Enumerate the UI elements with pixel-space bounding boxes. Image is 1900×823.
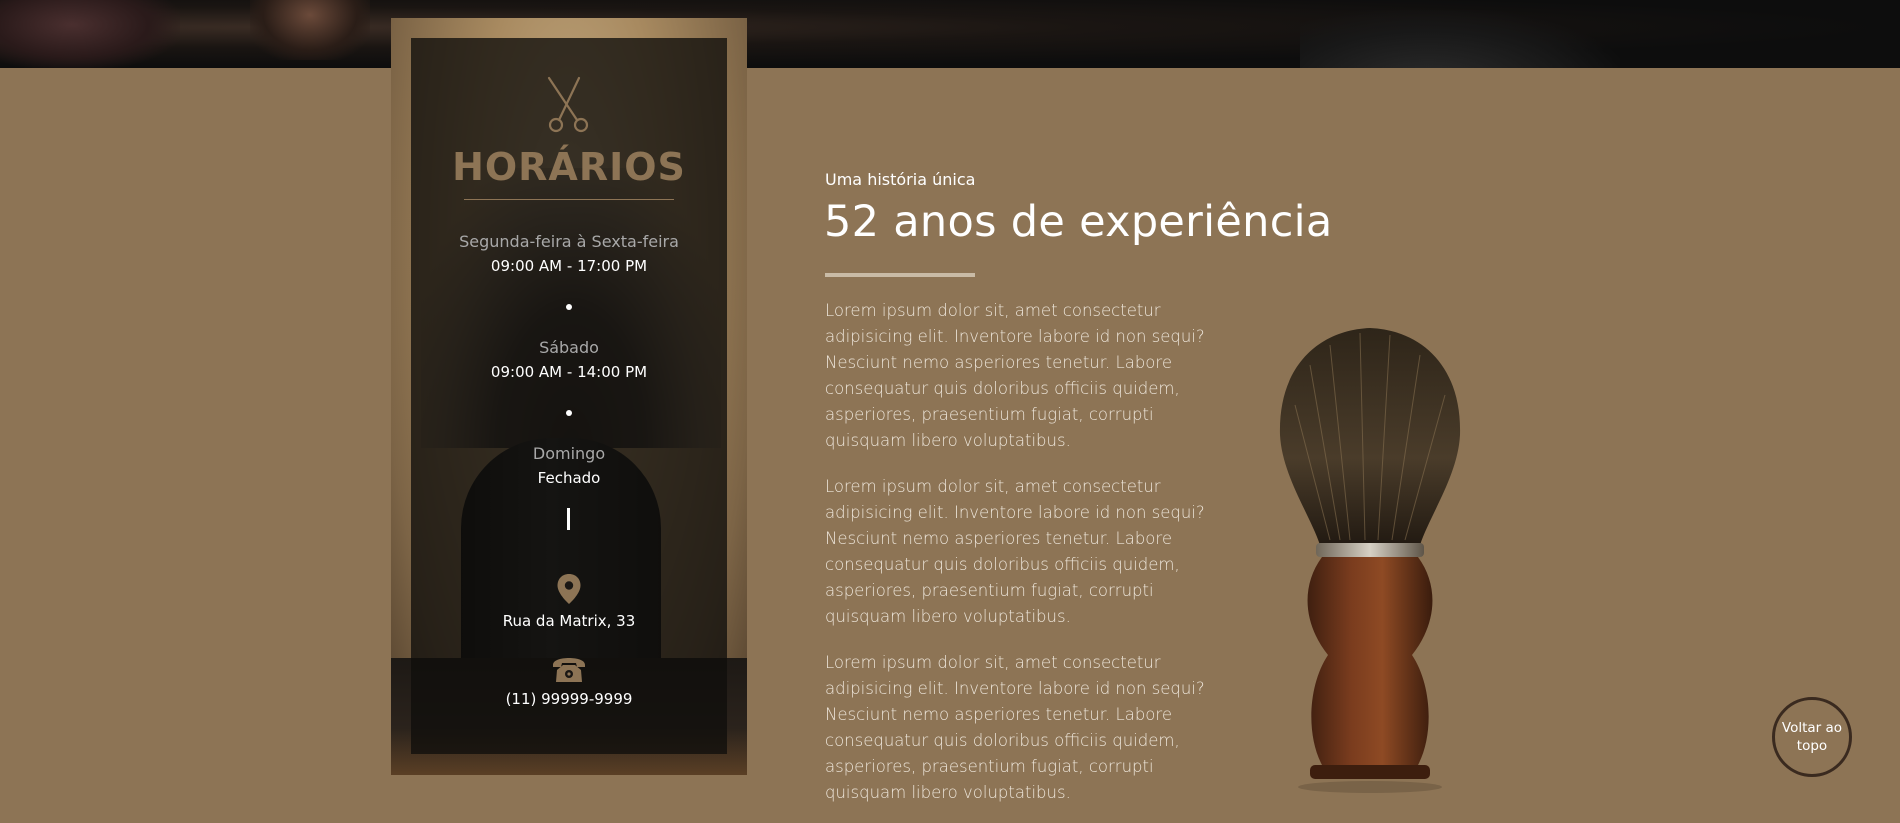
schedule-hours-sunday: Fechado: [537, 469, 601, 487]
headline-divider: [825, 273, 975, 277]
section-headline: 52 anos de experiência: [824, 197, 1333, 247]
title-divider: [464, 199, 674, 200]
about-paragraph: Lorem ipsum dolor sit, amet consectetur …: [825, 301, 1205, 450]
separator-dot: [566, 410, 572, 416]
map-pin-icon: [557, 574, 581, 604]
address-text: Rua da Matrix, 33: [502, 612, 636, 630]
back-to-top-button[interactable]: Voltar ao topo: [1772, 697, 1852, 777]
schedule-hours-weekdays: 09:00 AM - 17:00 PM: [490, 257, 648, 275]
separator-dot: [566, 304, 572, 310]
schedule-hours-saturday: 09:00 AM - 14:00 PM: [490, 363, 648, 381]
hero-photo-detail: [1300, 10, 1620, 68]
schedule-day-saturday: Sábado: [539, 338, 599, 357]
hero-image-strip: [0, 0, 1900, 68]
phone-text: (11) 99999-9999: [505, 690, 633, 708]
shaving-brush-image: [1279, 328, 1461, 793]
scissors-icon: [547, 76, 589, 133]
separator-bar: [567, 508, 570, 530]
telephone-icon: [553, 658, 585, 682]
hero-photo-detail: [0, 0, 180, 68]
hero-photo-detail: [250, 0, 370, 60]
about-paragraph: Lorem ipsum dolor sit, amet consectetur …: [825, 477, 1205, 626]
schedule-day-weekdays: Segunda-feira à Sexta-feira: [459, 232, 679, 251]
schedule-day-sunday: Domingo: [532, 444, 606, 463]
hours-title: HORÁRIOS: [452, 145, 686, 189]
about-paragraph: Lorem ipsum dolor sit, amet consectetur …: [825, 653, 1205, 802]
section-kicker: Uma história única: [825, 170, 976, 189]
